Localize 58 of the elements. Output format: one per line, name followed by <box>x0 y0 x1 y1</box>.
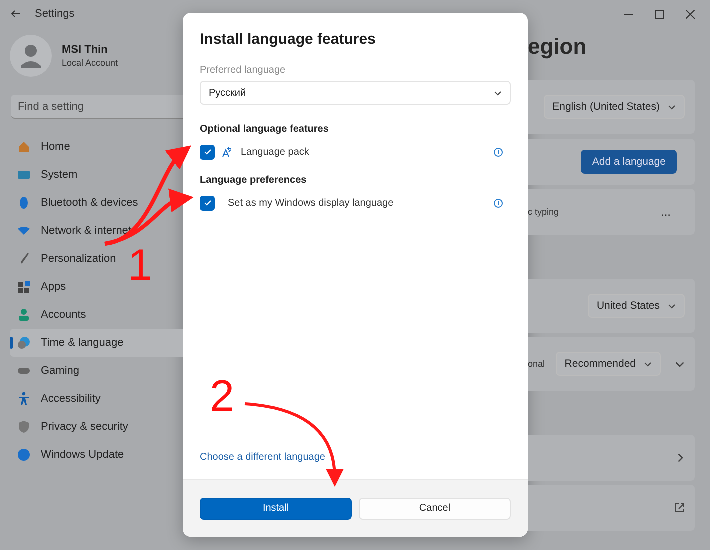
sidebar-item[interactable]: Windows Update <box>10 441 130 469</box>
chevron-down-icon <box>494 89 502 97</box>
choose-language-link[interactable]: Choose a different language <box>200 452 326 463</box>
search-field[interactable]: Find a setting <box>11 95 183 119</box>
card-description: c typing <box>528 207 560 217</box>
sidebar-item[interactable]: Accessibility <box>10 385 107 413</box>
install-button[interactable]: Install <box>200 498 352 520</box>
sidebar-item[interactable]: Gaming <box>10 357 86 385</box>
account-type: Local Account <box>62 58 118 68</box>
back-arrow-icon[interactable] <box>11 9 21 19</box>
dialog-title: Install language features <box>200 31 377 48</box>
translate-icon <box>222 146 234 158</box>
accessibility-icon <box>17 392 31 406</box>
check-icon <box>204 148 212 156</box>
info-icon[interactable] <box>494 148 503 156</box>
sidebar-item[interactable]: Personalization <box>10 245 122 273</box>
home-icon <box>17 140 31 154</box>
window-title: Settings <box>35 8 75 20</box>
sidebar-item[interactable]: Privacy & security <box>10 413 134 441</box>
checkbox[interactable] <box>200 196 215 210</box>
info-icon[interactable] <box>494 198 503 208</box>
checkbox-label: Language pack <box>241 146 310 158</box>
maximize-icon[interactable] <box>655 10 664 18</box>
page-title: egion <box>528 34 587 60</box>
sidebar-item[interactable]: Time & language <box>10 329 183 357</box>
card-description: onal <box>528 359 546 369</box>
wifi-icon <box>17 224 31 238</box>
shield-icon <box>17 420 31 434</box>
close-icon[interactable] <box>686 10 695 18</box>
language-dropdown[interactable]: English (United States) <box>544 95 685 119</box>
section-heading: Optional language features <box>200 124 330 135</box>
cancel-button[interactable]: Cancel <box>359 498 511 520</box>
language-select[interactable]: Русский <box>200 81 511 105</box>
checkbox-label: Set as my Windows display language <box>228 198 395 208</box>
sidebar-item[interactable]: Accounts <box>10 301 92 329</box>
apps-icon <box>17 280 31 294</box>
check-icon <box>204 199 212 207</box>
step-number: 2 <box>210 375 234 419</box>
sidebar-item[interactable]: Apps <box>10 273 72 301</box>
sidebar-item[interactable]: Home <box>10 133 76 161</box>
step-number: 1 <box>128 244 152 288</box>
format-dropdown[interactable]: Recommended <box>556 352 661 376</box>
person-icon <box>17 308 31 322</box>
sidebar-item[interactable]: System <box>10 161 84 189</box>
section-heading: Language preferences <box>200 175 308 186</box>
field-label: Preferred language <box>200 65 287 76</box>
language-dropdown[interactable]: United States <box>588 294 685 318</box>
chevron-down-icon <box>668 103 676 111</box>
monitor-icon <box>17 168 31 182</box>
profile-name: MSI Thin <box>62 44 109 56</box>
add-language-button[interactable]: Add a language <box>581 150 677 174</box>
checkbox[interactable] <box>200 144 215 160</box>
more-options-button[interactable]: ... <box>660 205 671 219</box>
avatar <box>10 35 52 77</box>
chevron-down-icon <box>668 302 676 310</box>
external-link-icon <box>675 503 685 513</box>
sidebar-item[interactable]: Bluetooth & devices <box>10 189 144 217</box>
chevron-down-icon <box>644 360 652 368</box>
